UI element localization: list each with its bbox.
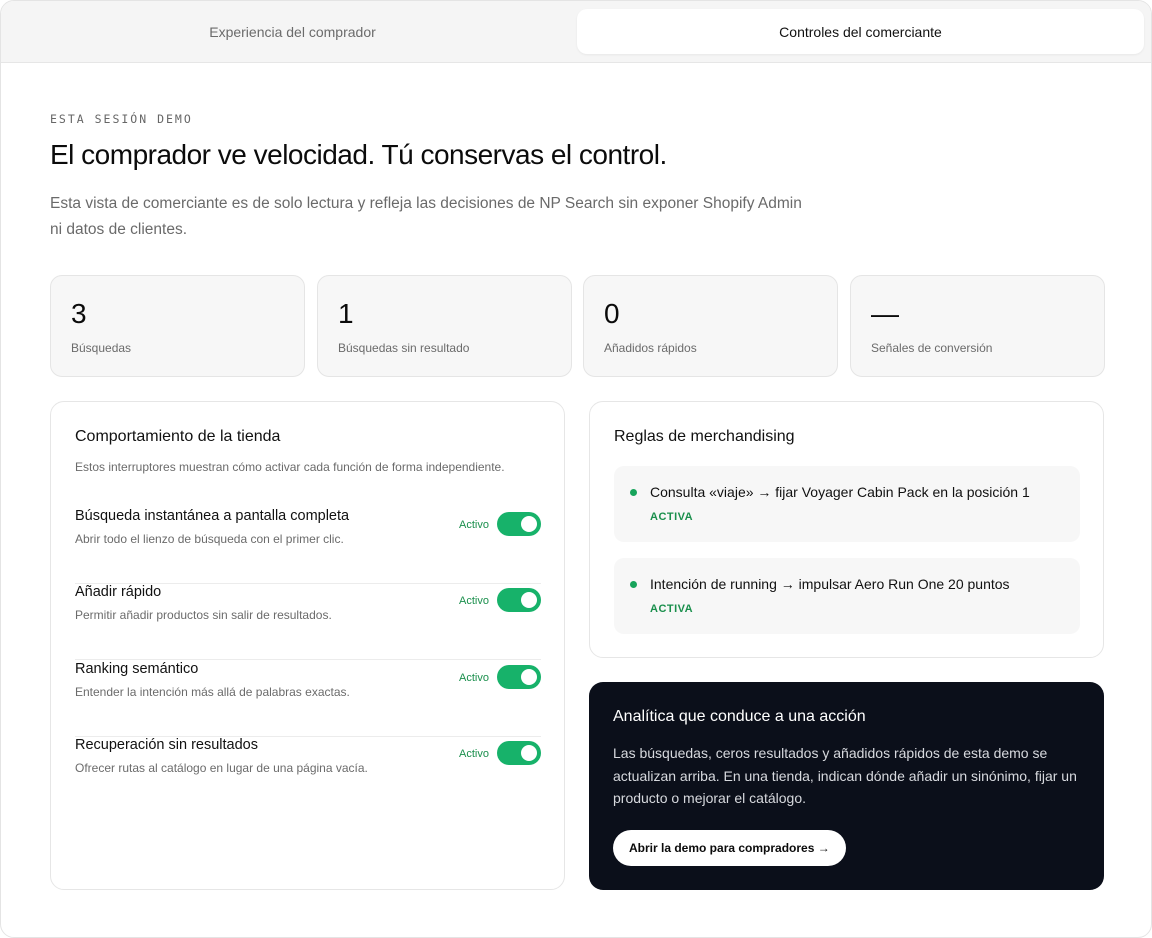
open-buyer-demo-button[interactable]: Abrir la demo para compradores → bbox=[613, 830, 846, 866]
toggle-row-instant-search: Búsqueda instantánea a pantalla completa… bbox=[75, 508, 541, 584]
stat-value: — bbox=[871, 298, 899, 329]
toggle-row-semantic-ranking: Ranking semántico Entender la intención … bbox=[75, 661, 541, 737]
page-subtitle: Esta vista de comerciante es de solo lec… bbox=[50, 195, 802, 238]
status-label: Activo bbox=[459, 519, 489, 531]
zero-results-recovery-toggle[interactable] bbox=[497, 741, 541, 765]
row-description: Abrir todo el lienzo de búsqueda con el … bbox=[75, 532, 344, 546]
toggle-knob bbox=[521, 745, 537, 761]
analytics-card: Analítica que conduce a una acción Las b… bbox=[589, 682, 1104, 890]
card-body: Las búsquedas, ceros resultados y añadid… bbox=[613, 745, 1077, 806]
row-title: Añadir rápido bbox=[75, 584, 162, 600]
row-description: Permitir añadir productos sin salir de r… bbox=[75, 608, 332, 622]
eyebrow-label: ESTA SESIÓN DEMO bbox=[50, 112, 193, 126]
stat-value: 0 bbox=[604, 298, 620, 329]
row-description: Entender la intención más allá de palabr… bbox=[75, 685, 350, 699]
app-frame: Experiencia del comprador Controles del … bbox=[0, 0, 1152, 938]
tab-bar: Experiencia del comprador Controles del … bbox=[1, 1, 1151, 63]
merchandising-rules-card: Reglas de merchandising Consulta «viaje»… bbox=[589, 401, 1104, 658]
stat-label: Búsquedas bbox=[71, 341, 132, 355]
toggle-knob bbox=[521, 592, 537, 608]
store-behavior-card: Comportamiento de la tienda Estos interr… bbox=[50, 401, 565, 890]
card-title: Reglas de merchandising bbox=[614, 428, 795, 445]
toggle-row-zero-results-recovery: Recuperación sin resultados Ofrecer ruta… bbox=[75, 737, 541, 813]
stat-card-zero-results: 1 Búsquedas sin resultado bbox=[317, 275, 572, 377]
toggle-row-quick-add: Añadir rápido Permitir añadir productos … bbox=[75, 584, 541, 660]
toggle-knob bbox=[521, 669, 537, 685]
toggle-knob bbox=[521, 516, 537, 532]
stat-card-quick-adds: 0 Añadidos rápidos bbox=[583, 275, 838, 377]
stat-value: 3 bbox=[71, 298, 87, 329]
stat-label: Añadidos rápidos bbox=[604, 341, 697, 355]
rule-item-travel: Consulta «viaje» → fijar Voyager Cabin P… bbox=[614, 466, 1080, 542]
row-title: Ranking semántico bbox=[75, 661, 199, 677]
rule-text: Intención de running → impulsar Aero Run… bbox=[650, 576, 1010, 592]
stat-value: 1 bbox=[338, 298, 354, 329]
active-dot-icon bbox=[630, 489, 637, 496]
stat-card-searches: 3 Búsquedas bbox=[50, 275, 305, 377]
status-label: Activo bbox=[459, 595, 489, 607]
stat-card-conversion-signals: — Señales de conversión bbox=[850, 275, 1105, 377]
status-label: Activo bbox=[459, 672, 489, 684]
card-title: Analítica que conduce a una acción bbox=[613, 708, 866, 725]
active-dot-icon bbox=[630, 581, 637, 588]
status-badge: ACTIVA bbox=[650, 603, 694, 615]
row-description: Ofrecer rutas al catálogo en lugar de un… bbox=[75, 761, 368, 775]
tab-merchant-controls[interactable]: Controles del comerciante bbox=[577, 9, 1144, 54]
page-title: El comprador ve velocidad. Tú conservas … bbox=[50, 139, 667, 170]
row-title: Búsqueda instantánea a pantalla completa bbox=[75, 508, 350, 524]
stat-label: Señales de conversión bbox=[871, 341, 993, 355]
rule-item-running: Intención de running → impulsar Aero Run… bbox=[614, 558, 1080, 634]
status-label: Activo bbox=[459, 748, 489, 760]
rule-text: Consulta «viaje» → fijar Voyager Cabin P… bbox=[650, 484, 1030, 500]
tab-buyer-experience[interactable]: Experiencia del comprador bbox=[9, 9, 576, 54]
status-badge: ACTIVA bbox=[650, 511, 694, 523]
card-subtitle: Estos interruptores muestran cómo activa… bbox=[75, 460, 505, 474]
row-title: Recuperación sin resultados bbox=[75, 737, 258, 753]
quick-add-toggle[interactable] bbox=[497, 588, 541, 612]
card-title: Comportamiento de la tienda bbox=[75, 428, 281, 445]
instant-search-toggle[interactable] bbox=[497, 512, 541, 536]
stat-label: Búsquedas sin resultado bbox=[338, 341, 470, 355]
semantic-ranking-toggle[interactable] bbox=[497, 665, 541, 689]
